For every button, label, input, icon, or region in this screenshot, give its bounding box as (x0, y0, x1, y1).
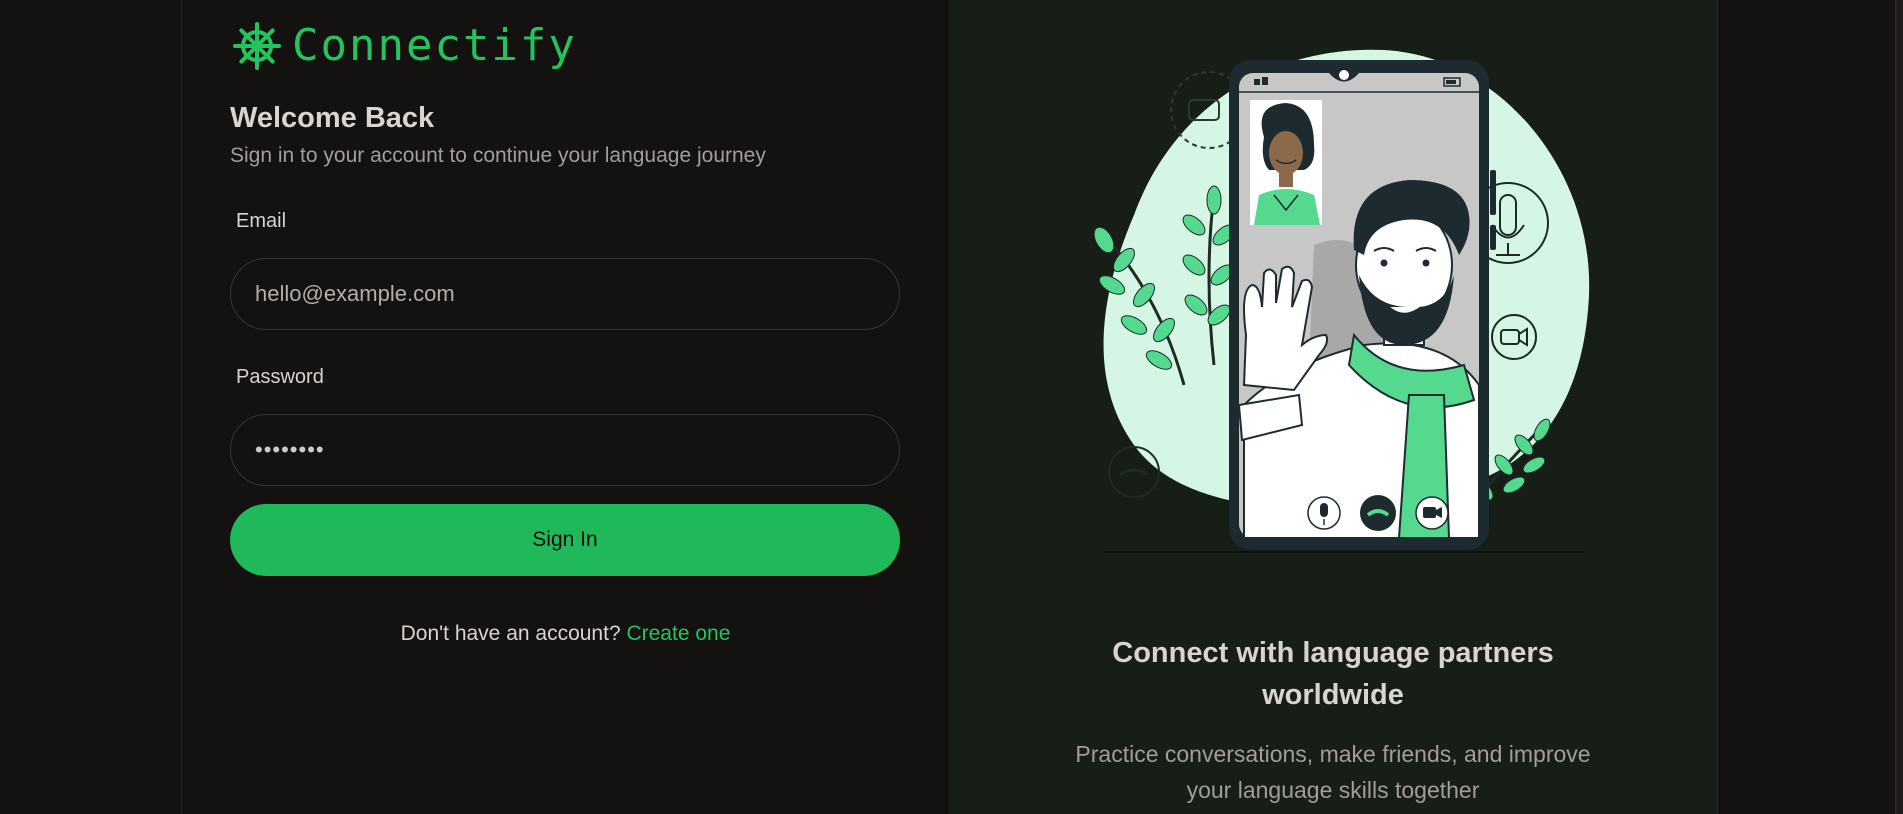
password-field[interactable] (230, 414, 900, 486)
phone-icon (1108, 446, 1160, 498)
password-label: Password (236, 366, 324, 388)
hero-title: Connect with language partners worldwide (949, 632, 1717, 716)
signup-prompt-text: Don't have an account? (400, 622, 621, 645)
page-subtitle: Sign in to your account to continue your… (230, 144, 766, 167)
signup-prompt-row: Don't have an account? Create one (182, 622, 949, 646)
email-label: Email (236, 210, 287, 232)
hero-description-line2: your language skills together (1186, 777, 1480, 803)
page: Connectify Welcome Back Sign in to your … (0, 0, 1903, 814)
scrollbar-thumb[interactable] (1897, 0, 1903, 814)
video-call-illustration (1093, 49, 1590, 553)
scrollbar[interactable] (1895, 0, 1903, 814)
email-field[interactable] (230, 258, 900, 330)
call-controls (1307, 495, 1449, 531)
auth-card: Connectify Welcome Back Sign in to your … (181, 0, 1718, 814)
create-account-link[interactable]: Create one (626, 622, 730, 645)
login-panel: Connectify Welcome Back Sign in to your … (182, 0, 949, 814)
brand-logo[interactable]: Connectify (232, 20, 577, 71)
hero-description-line1: Practice conversations, make friends, an… (1075, 741, 1591, 767)
hero-title-line1: Connect with language partners (1112, 637, 1554, 669)
hero-title-line2: worldwide (1262, 679, 1404, 711)
hero-description: Practice conversations, make friends, an… (949, 736, 1717, 808)
page-title: Welcome Back (230, 102, 435, 134)
sign-in-button[interactable]: Sign In (230, 504, 900, 576)
hero-panel: Connect with language partners worldwide… (949, 0, 1717, 814)
ship-wheel-icon (232, 21, 282, 71)
caller-thumbnail (1250, 100, 1322, 225)
brand-name: Connectify (292, 20, 577, 71)
